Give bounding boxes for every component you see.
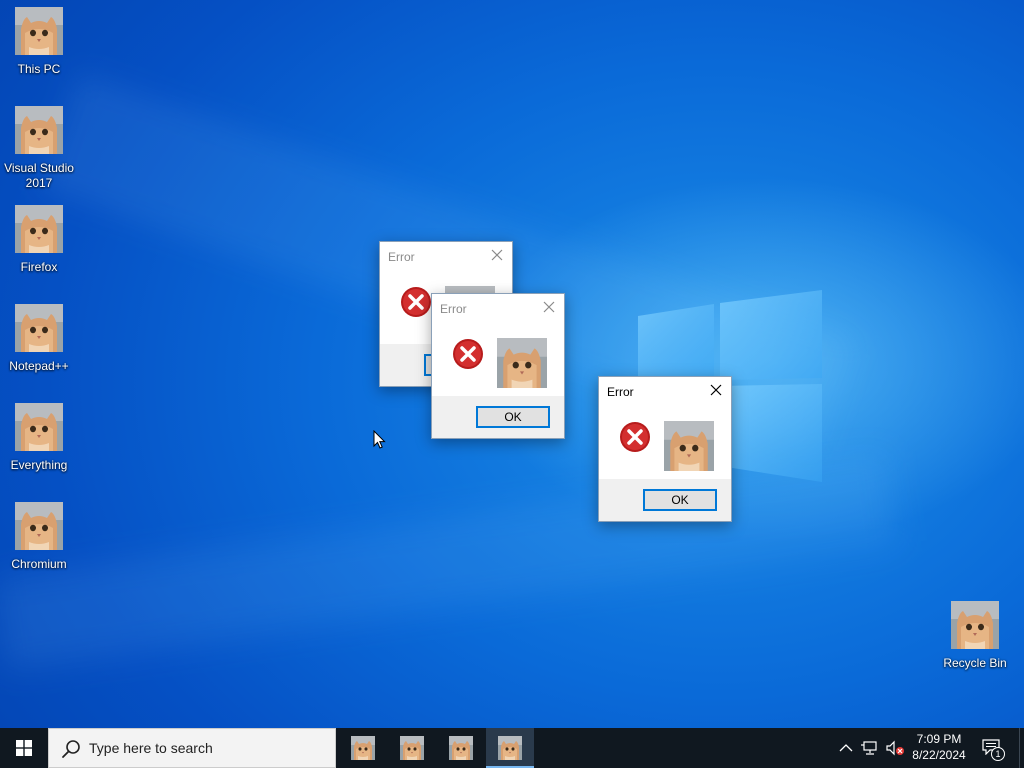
start-button[interactable] xyxy=(0,728,48,768)
dialog-title: Error xyxy=(440,302,467,316)
dialog-title: Error xyxy=(607,385,634,399)
desktop-icon-label: Visual Studio xyxy=(4,161,74,175)
desktop-icon-visual-studio[interactable]: Visual Studio 2017 xyxy=(1,106,77,191)
desktop-icon-firefox[interactable]: Firefox xyxy=(1,205,77,275)
desktop-icon-label: Firefox xyxy=(20,260,58,274)
taskbar-app-button[interactable] xyxy=(339,728,387,768)
dialog-title: Error xyxy=(388,250,415,264)
desktop-icon-label: 2017 xyxy=(25,176,53,190)
cat-app-icon xyxy=(351,736,375,760)
dialog-titlebar[interactable]: Error xyxy=(599,377,731,405)
desktop-icon-label: Recycle Bin xyxy=(943,656,1007,670)
this-pc-icon xyxy=(15,7,63,55)
desktop-icon-chromium[interactable]: Chromium xyxy=(1,502,77,572)
desktop-icon-label: This PC xyxy=(17,62,61,76)
search-icon xyxy=(62,740,80,758)
dialog-titlebar[interactable]: Error xyxy=(432,294,564,322)
clock-date: 8/22/2024 xyxy=(912,748,966,762)
desktop[interactable]: This PC Visual Studio 2017 Firefox Notep… xyxy=(0,0,1024,728)
recycle-bin-icon xyxy=(951,601,999,649)
desktop-icon-label: Notepad++ xyxy=(9,359,69,373)
visual-studio-icon xyxy=(15,106,63,154)
cat-app-icon xyxy=(400,736,424,760)
close-icon[interactable] xyxy=(490,248,504,262)
error-icon xyxy=(400,286,432,318)
dialog-footer: OK xyxy=(599,479,731,521)
show-desktop-button[interactable] xyxy=(1019,728,1024,768)
cat-app-icon xyxy=(498,736,522,760)
taskbar-app-button[interactable] xyxy=(437,728,485,768)
close-icon[interactable] xyxy=(709,383,723,397)
ok-button[interactable]: OK xyxy=(643,489,717,511)
system-clock[interactable]: 7:09 PM 8/22/2024 xyxy=(904,731,974,763)
desktop-icon-label: Chromium xyxy=(11,557,67,571)
dialog-body xyxy=(432,322,564,396)
everything-icon xyxy=(15,403,63,451)
light-beam xyxy=(0,455,898,670)
close-icon[interactable] xyxy=(542,300,556,314)
cat-picture xyxy=(497,338,547,388)
windows-start-icon xyxy=(16,740,32,756)
dialog-titlebar[interactable]: Error xyxy=(380,242,512,270)
error-icon xyxy=(619,421,651,453)
error-dialog[interactable]: Error OK xyxy=(431,293,565,439)
ok-button[interactable]: OK xyxy=(476,406,550,428)
desktop-icon-recycle-bin[interactable]: Recycle Bin xyxy=(937,601,1013,671)
clock-time: 7:09 PM xyxy=(916,732,962,746)
desktop-icon-everything[interactable]: Everything xyxy=(1,403,77,473)
cat-app-icon xyxy=(449,736,473,760)
chevron-up-icon[interactable] xyxy=(838,741,854,755)
action-center-button[interactable]: 1 xyxy=(982,739,1006,761)
desktop-icon-label: Everything xyxy=(10,458,68,472)
dialog-footer: OK xyxy=(432,396,564,438)
taskbar-app-button[interactable] xyxy=(388,728,436,768)
cat-picture xyxy=(664,421,714,471)
taskbar: Type here to search 7:09 PM 8/22/2024 1 xyxy=(0,728,1024,768)
desktop-icon-notepad-plus-plus[interactable]: Notepad++ xyxy=(1,304,77,374)
search-placeholder: Type here to search xyxy=(89,740,213,756)
desktop-icon-this-pc[interactable]: This PC xyxy=(1,7,77,77)
taskbar-app-button-active[interactable] xyxy=(486,728,534,768)
firefox-icon xyxy=(15,205,63,253)
network-icon[interactable] xyxy=(861,740,879,756)
error-dialog[interactable]: Error OK xyxy=(598,376,732,522)
notification-count-badge: 1 xyxy=(991,747,1005,761)
speaker-muted-icon[interactable] xyxy=(885,740,905,756)
mouse-cursor-icon xyxy=(373,430,386,449)
chromium-icon xyxy=(15,502,63,550)
dialog-body xyxy=(599,405,731,479)
error-icon xyxy=(452,338,484,370)
taskbar-search-box[interactable]: Type here to search xyxy=(48,728,336,768)
notepad-plus-plus-icon xyxy=(15,304,63,352)
